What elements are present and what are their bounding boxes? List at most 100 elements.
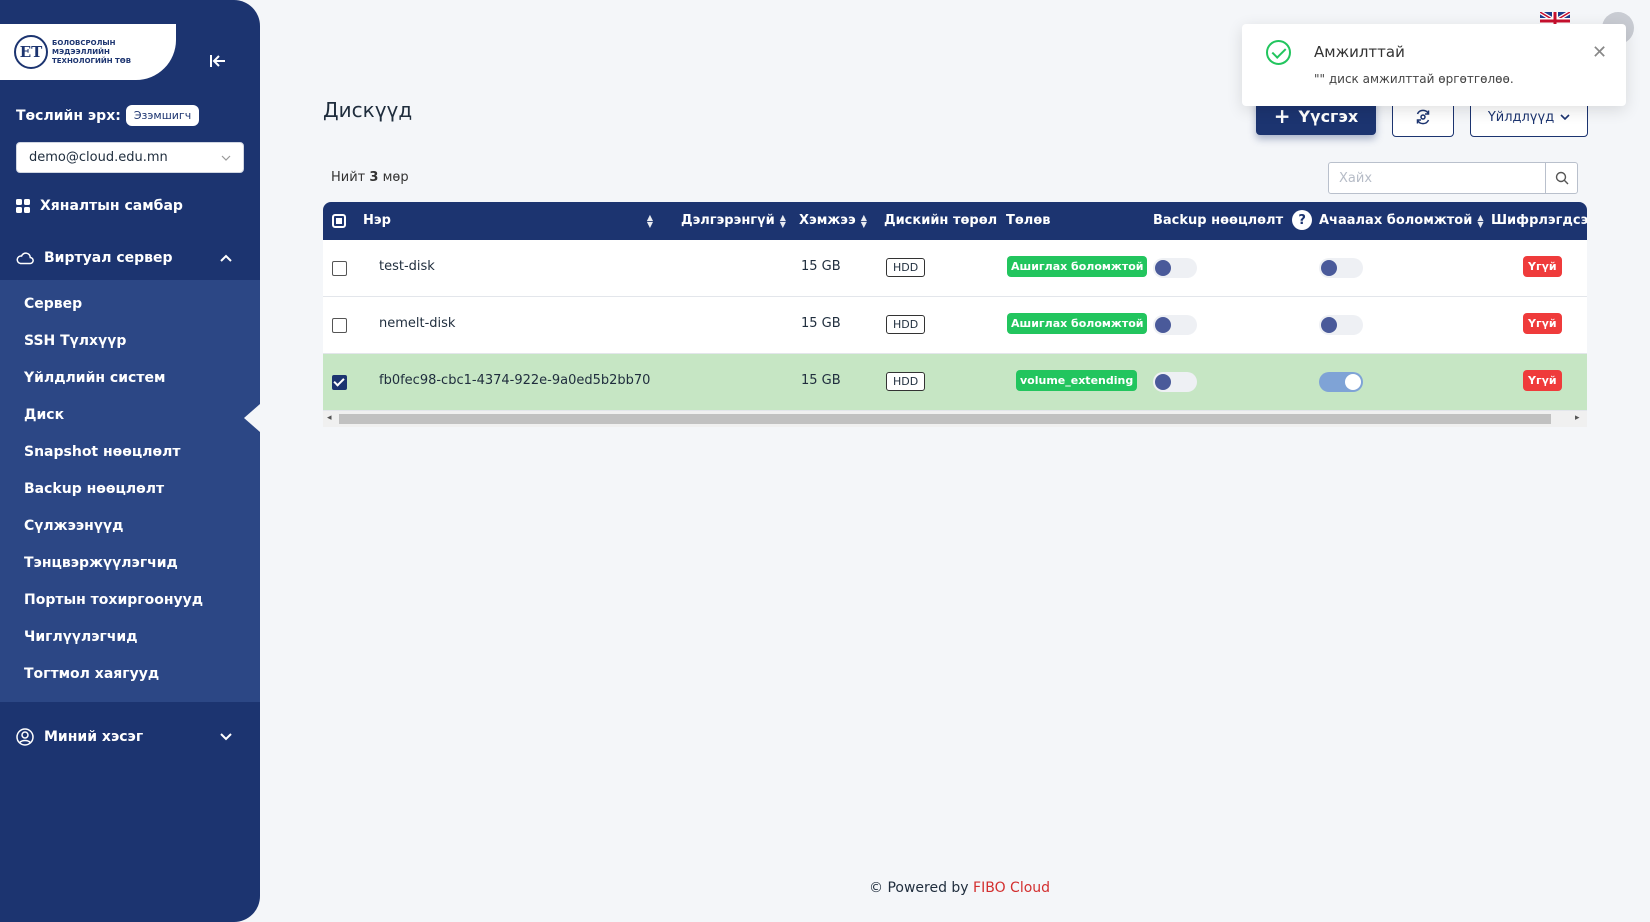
grid-icon <box>16 199 30 213</box>
footer-brand-link[interactable]: FIBO Cloud <box>973 880 1050 896</box>
chevron-down-icon <box>1560 114 1570 120</box>
col-size[interactable]: Хэмжээ ▲ ▼ <box>799 213 867 228</box>
col-backup-label: Backup нөөцлөлт <box>1153 212 1284 228</box>
col-name[interactable]: Нэр ▲ ▼ <box>363 213 653 228</box>
bootable-toggle[interactable] <box>1319 315 1363 335</box>
col-backup: Backup нөөцлөлт ? <box>1153 210 1313 230</box>
actions-label: Үйлдлүүд <box>1487 109 1555 125</box>
submenu-item-routers[interactable]: Чиглүүлэгчид <box>24 629 138 645</box>
bootable-toggle[interactable] <box>1319 372 1363 392</box>
refresh-icon <box>1416 109 1430 125</box>
table-header: Нэр ▲ ▼ Дэлгэрэнгүй ▲ ▼ Хэмжээ ▲ ▼ Дискийн … <box>323 202 1587 240</box>
disk-name[interactable]: fb0fec98-cbc1-4374-922e-9a0ed5b2bb70 <box>379 373 650 388</box>
scroll-left-icon[interactable]: ◂ <box>327 413 332 423</box>
chevron-down-icon <box>220 733 232 741</box>
bootable-toggle[interactable] <box>1319 258 1363 278</box>
chevron-up-icon <box>220 254 232 262</box>
row-checkbox[interactable] <box>332 375 347 390</box>
total-number: 3 <box>369 170 379 185</box>
scrollbar-thumb[interactable] <box>339 414 1551 424</box>
logo-text: БОЛОВСРОЛЫН МЭДЭЭЛЛИЙН ТЕХНОЛОГИЙН ТӨВ <box>52 38 132 65</box>
col-bootable[interactable]: Ачаалах боломжтой ▲ ▼ <box>1319 213 1484 228</box>
footer: © Powered by FIBO Cloud <box>869 880 1050 896</box>
submenu-item-backup[interactable]: Backup нөөцлөлт <box>24 481 164 497</box>
collapse-sidebar-button[interactable] <box>200 46 236 76</box>
role-badge: Эзэмшигч <box>125 105 200 126</box>
nav-dashboard-label: Хяналтын самбар <box>40 198 183 214</box>
help-icon[interactable]: ? <box>1292 210 1313 230</box>
encrypted-badge: Үгүй <box>1523 313 1562 334</box>
col-status-label: Төлөв <box>1006 213 1051 228</box>
submenu-item-os[interactable]: Үйлдлийн систем <box>24 370 165 386</box>
collapse-left-icon <box>210 55 225 67</box>
total-suffix: мөр <box>382 170 409 185</box>
sidebar: ЕТ БОЛОВСРОЛЫН МЭДЭЭЛЛИЙН ТЕХНОЛОГИЙН ТӨ… <box>0 0 260 922</box>
sort-icon: ▲ ▼ <box>646 212 653 229</box>
backup-toggle[interactable] <box>1153 372 1197 392</box>
search-icon <box>1555 171 1568 185</box>
col-name-label: Нэр <box>363 213 391 228</box>
disk-type-badge: HDD <box>886 372 926 391</box>
row-checkbox[interactable] <box>332 318 347 333</box>
logo[interactable]: ЕТ БОЛОВСРОЛЫН МЭДЭЭЛЛИЙН ТЕХНОЛОГИЙН ТӨ… <box>0 24 176 80</box>
submenu-item-snapshot[interactable]: Snapshot нөөцлөлт <box>24 444 181 460</box>
table-row[interactable]: fb0fec98-cbc1-4374-922e-9a0ed5b2bb70 15 … <box>323 354 1587 411</box>
col-details[interactable]: Дэлгэрэнгүй ▲ ▼ <box>681 213 786 228</box>
nav-dashboard[interactable]: Хяналтын самбар <box>16 198 244 214</box>
encrypted-badge: Үгүй <box>1523 256 1562 277</box>
col-status: Төлөв <box>1006 213 1050 228</box>
col-type-label: Дискийн төрөл <box>884 213 998 228</box>
disk-size: 15 GB <box>801 259 841 274</box>
col-details-label: Дэлгэрэнгүй <box>681 213 775 228</box>
table-row[interactable]: nemelt-disk 15 GB HDD Ашиглах боломжтой … <box>323 297 1587 354</box>
disk-type-badge: HDD <box>886 315 926 334</box>
nav-virtual-server[interactable]: Виртуал сервер <box>16 250 244 266</box>
role-row: Төслийн эрх: Эзэмшигч <box>16 105 200 126</box>
encrypted-badge: Үгүй <box>1523 370 1562 391</box>
horizontal-scrollbar[interactable]: ◂ ▸ <box>323 411 1587 427</box>
toast-title: Амжилттай <box>1314 43 1405 61</box>
table-row[interactable]: test-disk 15 GB HDD Ашиглах боломжтой Үг… <box>323 240 1587 297</box>
backup-toggle[interactable] <box>1153 315 1197 335</box>
active-indicator <box>244 404 260 432</box>
success-toast: Амжилттай "" диск амжилттай өргөтгөлөө. … <box>1242 24 1626 106</box>
page-title: Дискүүд <box>323 98 413 122</box>
close-icon[interactable]: ✕ <box>1592 44 1607 62</box>
disk-size: 15 GB <box>801 316 841 331</box>
nav-my-section[interactable]: Миний хэсэг <box>16 728 244 746</box>
search-box <box>1328 162 1578 194</box>
submenu-item-disk[interactable]: Диск <box>24 407 64 423</box>
backup-toggle[interactable] <box>1153 258 1197 278</box>
search-input[interactable] <box>1329 163 1545 193</box>
col-type: Дискийн төрөл <box>884 213 997 228</box>
logo-mark: ЕТ <box>14 35 48 69</box>
sort-icon: ▲ ▼ <box>860 212 867 229</box>
sort-icon: ▲ ▼ <box>1477 212 1484 229</box>
submenu-item-load-balancers[interactable]: Тэнцвэржүүлэгчид <box>24 555 178 571</box>
search-button[interactable] <box>1545 163 1577 193</box>
account-select[interactable]: demo@cloud.edu.mn <box>16 142 244 173</box>
user-circle-icon <box>16 728 34 746</box>
footer-prefix: © Powered by <box>869 880 969 896</box>
toast-message: "" диск амжилттай өргөтгөлөө. <box>1314 72 1514 86</box>
scroll-right-icon[interactable]: ▸ <box>1575 413 1580 423</box>
submenu-item-server[interactable]: Сервер <box>24 296 82 312</box>
total-prefix: Нийт <box>331 170 366 185</box>
submenu-item-floating-ips[interactable]: Тогтмол хаягууд <box>24 666 159 682</box>
status-badge: Ашиглах боломжтой <box>1007 256 1148 277</box>
disk-name[interactable]: test-disk <box>379 259 435 274</box>
check-circle-icon <box>1266 40 1291 65</box>
disk-type-badge: HDD <box>886 258 926 277</box>
disk-name[interactable]: nemelt-disk <box>379 316 455 331</box>
disks-table: Нэр ▲ ▼ Дэлгэрэнгүй ▲ ▼ Хэмжээ ▲ ▼ Дискийн … <box>323 202 1587 427</box>
col-size-label: Хэмжээ <box>799 213 856 228</box>
submenu-item-ssh-key[interactable]: SSH Түлхүүр <box>24 333 126 349</box>
submenu-item-networks[interactable]: Сүлжээнүүд <box>24 518 123 534</box>
col-bootable-label: Ачаалах боломжтой <box>1319 213 1473 228</box>
cloud-icon <box>16 252 34 265</box>
row-checkbox[interactable] <box>332 261 347 276</box>
col-encrypted: Шифрлэгдсэн <box>1491 213 1587 228</box>
status-badge: Ашиглах боломжтой <box>1007 313 1148 334</box>
submenu-item-ports[interactable]: Портын тохиргоонууд <box>24 592 203 608</box>
select-all-checkbox[interactable] <box>332 214 346 228</box>
